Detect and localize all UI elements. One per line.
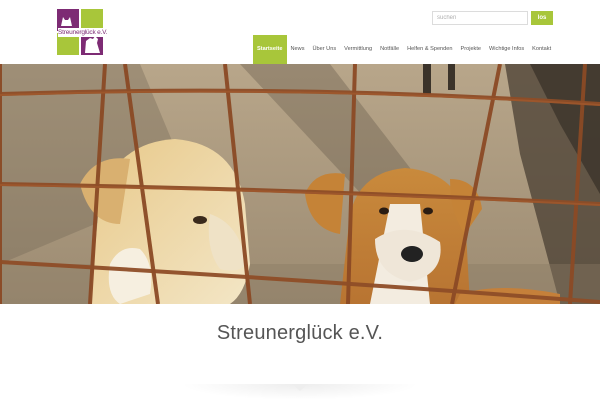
chevron-down-icon <box>292 384 308 391</box>
nav-item-news[interactable]: News <box>287 35 309 64</box>
nav-item-kontakt[interactable]: Kontakt <box>528 35 555 64</box>
nav-item-wichtige-infos[interactable]: Wichtige Infos <box>485 35 528 64</box>
left-dog <box>80 139 250 304</box>
nav-item-notfaelle[interactable]: Notfälle <box>376 35 403 64</box>
nav-item-vermittlung[interactable]: Vermittlung <box>340 35 376 64</box>
logo-text: Streunerglück e.V. <box>58 28 108 37</box>
nav-item-ueber-uns[interactable]: Über Uns <box>309 35 341 64</box>
site-header: Streunerglück e.V. los Startseite News Ü… <box>0 0 600 64</box>
dogs-behind-fence-photo <box>0 64 600 304</box>
nav-item-helfen-spenden[interactable]: Helfen & Spenden <box>403 35 456 64</box>
hero-image <box>0 64 600 304</box>
nav-item-projekte[interactable]: Projekte <box>457 35 486 64</box>
page-title: Streunerglück e.V. <box>216 322 384 344</box>
search-input[interactable] <box>432 11 528 25</box>
search-button[interactable]: los <box>531 11 553 25</box>
main-navigation: Startseite News Über Uns Vermittlung Not… <box>253 35 555 64</box>
nav-item-startseite[interactable]: Startseite <box>253 35 287 64</box>
site-logo[interactable]: Streunerglück e.V. <box>57 9 108 55</box>
